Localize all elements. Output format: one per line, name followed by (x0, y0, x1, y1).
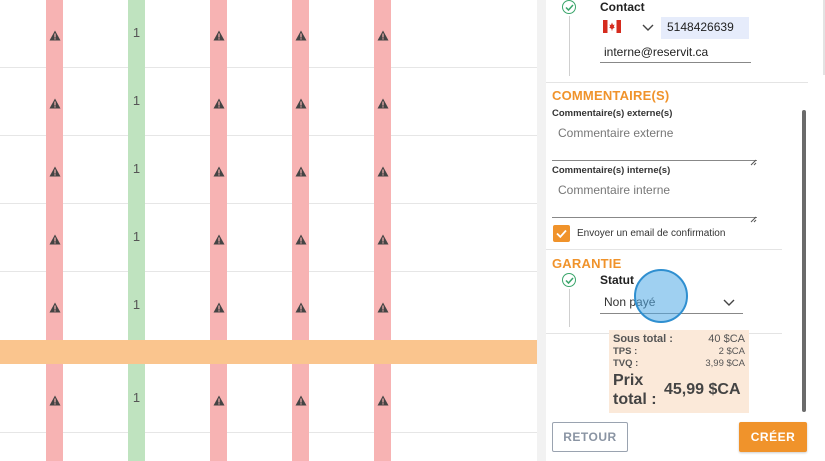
warning-icon[interactable] (295, 393, 307, 405)
warning-icon[interactable] (377, 96, 389, 108)
grid-row-divider (0, 67, 537, 68)
tps-value: 2 $CA (718, 346, 745, 357)
warning-icon[interactable] (377, 232, 389, 244)
internal-comment-label: Commentaire(s) interne(s) (552, 165, 671, 176)
warning-icon[interactable] (295, 232, 307, 244)
subtotal-value: 40 $CA (708, 333, 745, 345)
status-chevron-down-icon[interactable] (722, 296, 736, 308)
back-button[interactable]: RETOUR (552, 422, 628, 452)
tvq-value: 3,99 $CA (705, 358, 745, 369)
phone-input[interactable]: 5148426639 (661, 17, 749, 39)
warning-icon[interactable] (213, 232, 225, 244)
warning-icon[interactable] (295, 28, 307, 40)
warning-icon[interactable] (49, 393, 61, 405)
contact-step-check-icon (562, 0, 576, 14)
subtotal-label: Sous total : (613, 333, 673, 345)
tvq-label: TVQ : (613, 358, 639, 369)
divider (546, 249, 782, 250)
total-label-line1: Prix (613, 372, 644, 389)
warning-icon[interactable] (49, 96, 61, 108)
availability-count[interactable]: 1 (128, 93, 145, 108)
divider (546, 82, 808, 83)
availability-count[interactable]: 1 (128, 25, 145, 40)
availability-count[interactable]: 1 (128, 390, 145, 405)
resize-handle-icon[interactable] (750, 210, 757, 223)
email-confirmation-label: Envoyer un email de confirmation (577, 228, 726, 239)
warning-icon[interactable] (49, 300, 61, 312)
availability-count[interactable]: 1 (128, 229, 145, 244)
email-confirmation-checkbox[interactable] (553, 225, 570, 242)
status-label: Statut (600, 273, 634, 287)
guarantee-step-check-icon (562, 273, 576, 287)
warning-icon[interactable] (49, 28, 61, 40)
warning-icon[interactable] (377, 300, 389, 312)
grid-row-divider (0, 203, 537, 204)
total-label-line2: total : (613, 391, 657, 408)
grid-row-divider (0, 432, 537, 433)
warning-icon[interactable] (49, 232, 61, 244)
warning-icon[interactable] (213, 300, 225, 312)
contact-step-line (569, 16, 570, 76)
resize-handle-icon[interactable] (750, 153, 757, 166)
warning-icon[interactable] (213, 28, 225, 40)
internal-comment-textarea[interactable]: Commentaire interne (552, 177, 757, 218)
external-comment-textarea[interactable]: Commentaire externe (552, 120, 757, 161)
panel-scrollbar[interactable] (802, 110, 806, 412)
contact-title: Contact (600, 0, 645, 14)
warning-icon[interactable] (377, 164, 389, 176)
availability-count[interactable]: 1 (128, 297, 145, 312)
warning-icon[interactable] (213, 393, 225, 405)
total-value: 45,99 $CA (664, 381, 741, 398)
email-input[interactable]: interne@reservit.ca (600, 42, 751, 63)
tps-label: TPS : (613, 346, 638, 357)
availability-count[interactable]: 1 (128, 161, 145, 176)
warning-icon[interactable] (377, 28, 389, 40)
warning-icon[interactable] (295, 96, 307, 108)
touch-indicator (634, 269, 688, 323)
warning-icon[interactable] (295, 164, 307, 176)
guarantee-step-line (569, 289, 570, 327)
grid-row-divider (0, 135, 537, 136)
country-chevron-down-icon[interactable] (641, 21, 655, 33)
warning-icon[interactable] (213, 164, 225, 176)
warning-icon[interactable] (295, 300, 307, 312)
comments-section-title: COMMENTAIRE(S) (552, 88, 670, 103)
warning-icon[interactable] (213, 96, 225, 108)
app-root: 1 1 1 1 1 1 Contact 5148426639 interne@reserv… (0, 0, 825, 461)
external-comment-label: Commentaire(s) externe(s) (552, 108, 673, 119)
warning-icon[interactable] (49, 164, 61, 176)
grid-row-divider (0, 271, 537, 272)
canada-flag-icon[interactable] (603, 20, 621, 33)
highlighted-row-bar[interactable] (0, 340, 537, 364)
availability-grid: 1 1 1 1 1 1 (0, 0, 537, 461)
warning-icon[interactable] (377, 393, 389, 405)
guarantee-section-title: GARANTIE (552, 256, 622, 271)
create-button[interactable]: CRÉER (739, 422, 807, 452)
